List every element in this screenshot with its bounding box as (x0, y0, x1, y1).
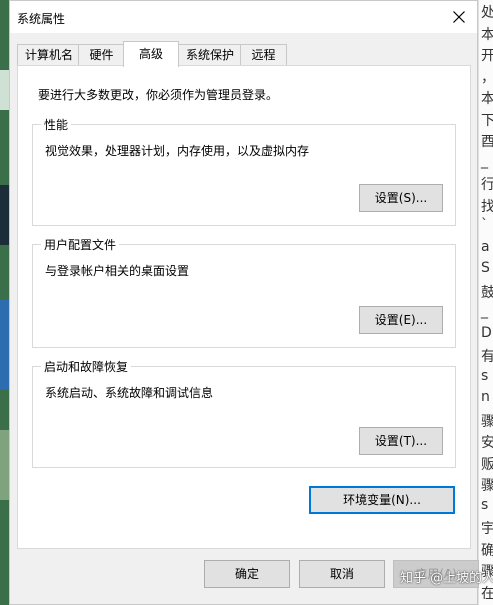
startup-recovery-group: 启动和故障恢复 系统启动、系统故障和调试信息 设置(T)... (32, 358, 456, 468)
background-desktop-strip (0, 70, 9, 110)
admin-notice: 要进行大多数更改，你必须作为管理员登录。 (38, 88, 279, 102)
background-text-char: n (481, 389, 490, 405)
background-text-char: 下 (481, 110, 493, 130)
close-button[interactable] (441, 1, 477, 33)
background-text-char: 骤 (481, 411, 493, 431)
background-text-char: _ (481, 152, 488, 169)
cancel-button[interactable]: 取消 (299, 560, 385, 588)
background-desktop-strip (0, 430, 9, 500)
performance-description: 视觉效果，处理器计划，内存使用，以及虚拟内存 (45, 144, 310, 158)
tab-computer-name[interactable]: 计算机名 (17, 44, 81, 66)
close-icon (453, 11, 465, 23)
startup-recovery-settings-button[interactable]: 设置(T)... (359, 427, 443, 455)
background-text-char: 鼓 (481, 282, 493, 302)
performance-group: 性能 视觉效果，处理器计划，内存使用，以及虚拟内存 设置(S)... (32, 116, 456, 226)
tab-system-protection[interactable]: 系统保护 (177, 44, 243, 66)
background-text-char: 酉 (481, 131, 493, 151)
zhihu-watermark: 知乎 @上坡的人 (400, 571, 493, 586)
startup-recovery-description: 系统启动、系统故障和调试信息 (45, 386, 214, 400)
system-properties-dialog: 系统属性 计算机名 硬件 高级 系统保护 远程 要进行大多数更改，你必须作为管理… (9, 0, 479, 605)
background-text-char: 确 (481, 540, 493, 560)
background-text-char: a (481, 238, 490, 255)
tab-hardware[interactable]: 硬件 (78, 44, 125, 66)
background-text-char: 骤 (481, 475, 493, 495)
background-text-char: s (481, 367, 489, 384)
startup-recovery-group-title: 启动和故障恢复 (41, 358, 132, 375)
performance-group-title: 性能 (41, 116, 72, 133)
background-text-char: _ (481, 303, 488, 319)
background-desktop-strip (0, 185, 9, 245)
background-text-char: S (481, 260, 490, 276)
background-text-char: 开 (481, 45, 493, 65)
environment-variables-button[interactable]: 环境变量(N)... (309, 486, 455, 514)
user-profiles-group: 用户配置文件 与登录帐户相关的桌面设置 设置(E)... (32, 236, 456, 348)
ok-button[interactable]: 确定 (204, 560, 290, 588)
background-document-right: 处本开，本下酉_行找`aS鼓_D有sn骤安贩骤s宇确骤在 (478, 0, 493, 605)
window-title: 系统属性 (17, 12, 66, 26)
background-text-char: 有 (481, 346, 493, 366)
background-text-char: ` (481, 217, 488, 233)
background-text-char: D (481, 324, 492, 341)
background-text-char: 行 (481, 174, 493, 194)
user-profiles-settings-button[interactable]: 设置(E)... (359, 306, 443, 334)
background-desktop-strip (0, 300, 9, 390)
performance-settings-button[interactable]: 设置(S)... (359, 184, 443, 212)
user-profiles-group-title: 用户配置文件 (41, 236, 120, 253)
tab-remote[interactable]: 远程 (240, 44, 287, 66)
tab-panel-advanced: 要进行大多数更改，你必须作为管理员登录。 性能 视觉效果，处理器计划，内存使用，… (17, 65, 471, 549)
background-text-char: ， (481, 67, 493, 87)
background-text-char: s (481, 496, 489, 513)
background-text-char: 贩 (481, 454, 493, 474)
background-text-char: 安 (481, 432, 493, 452)
background-desktop-left (0, 0, 9, 605)
background-text-char: 宇 (481, 518, 493, 538)
background-text-char: 找 (481, 196, 493, 216)
background-text-char: 处 (481, 2, 493, 22)
tab-advanced[interactable]: 高级 (123, 41, 179, 67)
user-profiles-description: 与登录帐户相关的桌面设置 (45, 264, 190, 278)
title-bar: 系统属性 (10, 1, 477, 33)
background-text-char: 本 (481, 24, 493, 44)
background-text-char: 本 (481, 88, 493, 108)
